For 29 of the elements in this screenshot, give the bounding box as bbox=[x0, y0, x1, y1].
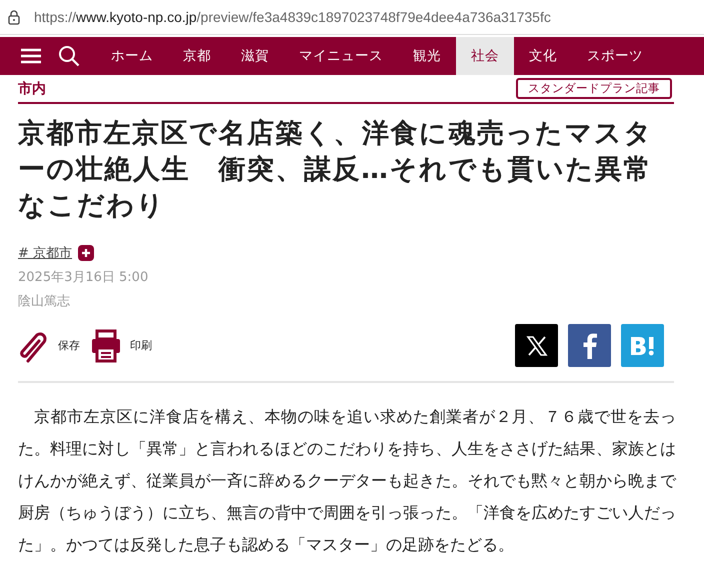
address-bar-url[interactable]: https://www.kyoto-np.co.jp/preview/fe3a4839c1897023748f79e4dee4a736a31735fc bbox=[34, 9, 551, 25]
menu-icon[interactable] bbox=[20, 48, 42, 64]
nav-tab[interactable]: 観光 bbox=[398, 37, 456, 75]
nav-tab[interactable]: 滋賀 bbox=[226, 37, 284, 75]
nav-tab[interactable]: 京都 bbox=[168, 37, 226, 75]
plan-badge: スタンダードプラン記事 bbox=[516, 78, 672, 99]
nav-tab[interactable]: マイニュース bbox=[284, 37, 398, 75]
hatena-bookmark-button[interactable] bbox=[621, 324, 664, 367]
x-logo-icon bbox=[526, 334, 548, 356]
publish-date: 2025年3月16日 5:00 bbox=[18, 269, 150, 286]
article-title: 京都市左京区で名店築く、洋食に魂売ったマスターの壮絶人生 衝突、謀反…それでも貫いた異常なこだわり bbox=[18, 117, 654, 223]
tag-link[interactable]: # 京都市 bbox=[18, 244, 72, 262]
nav-tab[interactable]: ホーム bbox=[96, 37, 168, 75]
nav-tab[interactable]: 社会 bbox=[456, 37, 514, 75]
nav-tab[interactable]: 文化 bbox=[514, 37, 572, 75]
x-share-button[interactable] bbox=[515, 324, 558, 367]
facebook-share-button[interactable] bbox=[568, 324, 611, 367]
printer-icon[interactable] bbox=[90, 328, 122, 362]
category-label[interactable]: 市内 bbox=[18, 80, 46, 98]
article-lead-paragraph: 京都市左京区に洋食店を構え、本物の味を追い求めた創業者が２月、７６歳で世を去った。料理に対し「異常」と言われるほどのこだわりを持ち、人生をささげた結果、家族とはけんかが絶えず、従業員が一斉に辞めるクーデターも起きた。それでも黙々と朝から晩まで厨房（ちゅうぼう）に立ち、無言の背中で周囲を引っ張った。「洋食を広めたすごい人だった」。かつては反発した息子も認める「マスター」の足跡をたどる。 bbox=[18, 406, 676, 556]
facebook-logo-icon bbox=[580, 332, 598, 358]
save-button[interactable]: 保存 bbox=[18, 328, 80, 364]
print-button[interactable]: 印刷 bbox=[90, 328, 152, 362]
plus-icon[interactable] bbox=[78, 245, 94, 261]
nav-tab[interactable]: スポーツ bbox=[572, 37, 658, 75]
search-icon[interactable] bbox=[58, 45, 80, 67]
author-name: 陰山篤志 bbox=[18, 293, 71, 310]
hatena-logo-icon bbox=[628, 334, 656, 356]
lock-icon bbox=[8, 10, 20, 24]
